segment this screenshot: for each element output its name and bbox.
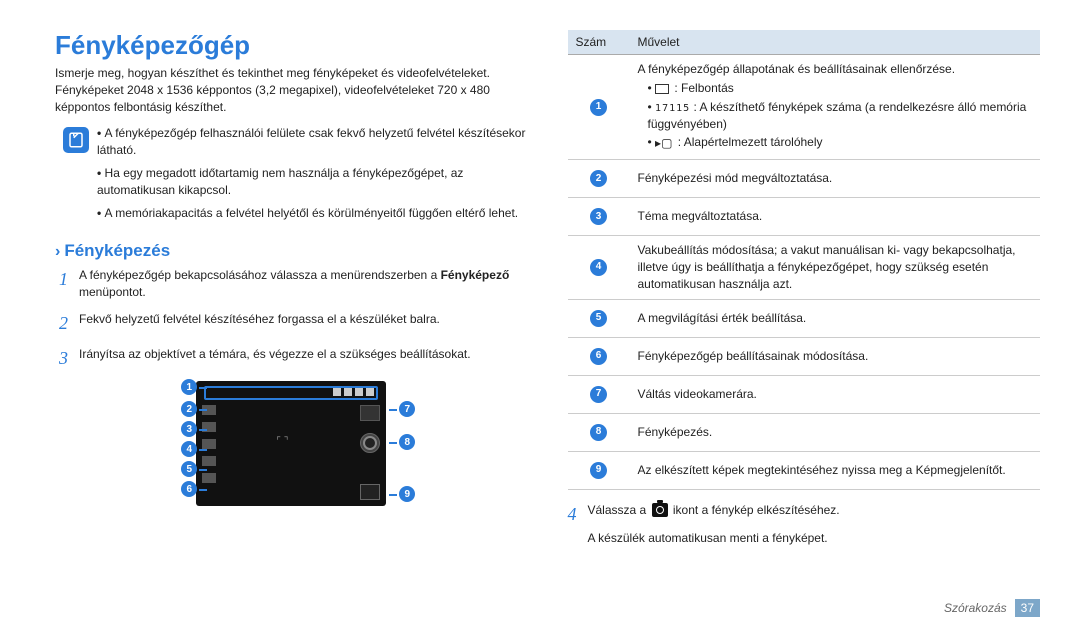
- row-badge-3: 3: [590, 208, 607, 225]
- th-operation: Művelet: [630, 30, 1041, 55]
- note-item: A fényképezőgép felhasználói felülete cs…: [97, 125, 528, 159]
- op-1-storage: ▸▢ : Alapértelmezett tárolóhely: [648, 134, 1033, 151]
- op-6: Fényképezőgép beállításainak módosítása.: [630, 337, 1041, 375]
- row-badge-2: 2: [590, 170, 607, 187]
- row-badge-1: 1: [590, 99, 607, 116]
- step-2: Fekvő helyzetű felvétel készítéséhez for…: [59, 311, 528, 336]
- op-4: Vakubeállítás módosítása; a vakut manuál…: [630, 236, 1041, 299]
- video-switch-icon: [360, 405, 380, 421]
- left-mode-icons: [202, 405, 216, 483]
- op-5: A megvilágítási érték beállítása.: [630, 299, 1041, 337]
- op-1-resolution: : Felbontás: [648, 80, 1033, 97]
- callout-6: 6: [181, 481, 197, 497]
- callout-1: 1: [181, 379, 197, 395]
- callout-7: 7: [399, 401, 415, 417]
- callout-9: 9: [399, 486, 415, 502]
- op-1-main: A fényképezőgép állapotának és beállítás…: [638, 61, 1033, 78]
- step-3: Irányítsa az objektívet a témára, és vég…: [59, 346, 528, 371]
- th-number: Szám: [568, 30, 630, 55]
- storage-icon: ▸▢: [655, 139, 672, 148]
- status-icons: [333, 388, 374, 396]
- page-number: 37: [1015, 599, 1040, 617]
- note-item: A memóriakapacitás a felvétel helyétől é…: [97, 205, 528, 222]
- photo-count: 17115: [655, 103, 690, 114]
- op-1-count: 17115 : A készíthető fényképek száma (a …: [648, 99, 1033, 133]
- camera-diagram: ⌜ ⌝ 1 2 3 4 5 6 7 8 9: [151, 381, 431, 506]
- note-icon: [63, 127, 89, 153]
- row-badge-7: 7: [590, 386, 607, 403]
- step-1: A fényképezőgép bekapcsolásához válassza…: [59, 267, 528, 301]
- intro-text: Ismerje meg, hogyan készíthet és tekinth…: [55, 65, 528, 115]
- focus-bracket-icon: ⌜ ⌝: [276, 436, 306, 454]
- note-box: A fényképezőgép felhasználói felülete cs…: [55, 125, 528, 227]
- row-badge-5: 5: [590, 310, 607, 327]
- op-7: Váltás videokamerára.: [630, 375, 1041, 413]
- footer-section: Szórakozás: [944, 601, 1007, 615]
- thumbnail-icon: [360, 484, 380, 500]
- op-3: Téma megváltoztatása.: [630, 198, 1041, 236]
- resolution-icon: [655, 84, 669, 94]
- row-badge-8: 8: [590, 424, 607, 441]
- footer: Szórakozás 37: [944, 599, 1040, 617]
- row-badge-6: 6: [590, 348, 607, 365]
- callout-5: 5: [181, 461, 197, 477]
- camera-screen: ⌜ ⌝: [196, 381, 386, 506]
- section-heading: ›Fényképezés: [55, 241, 528, 261]
- callout-4: 4: [181, 441, 197, 457]
- callout-3: 3: [181, 421, 197, 437]
- shutter-button-icon: [360, 433, 380, 453]
- op-2: Fényképezési mód megváltoztatása.: [630, 160, 1041, 198]
- step-4: 4 Válassza a ikont a fénykép elkészítésé…: [568, 502, 1041, 527]
- callout-2: 2: [181, 401, 197, 417]
- callout-8: 8: [399, 434, 415, 450]
- note-item: Ha egy megadott időtartamig nem használj…: [97, 165, 528, 199]
- chevron-icon: ›: [55, 243, 60, 260]
- row-badge-9: 9: [590, 462, 607, 479]
- op-8: Fényképezés.: [630, 413, 1041, 451]
- step-4-note: A készülék automatikusan menti a fénykép…: [588, 531, 1041, 545]
- page-title: Fényképezőgép: [55, 30, 528, 61]
- operations-table: Szám Művelet 1 A fényképezőgép állapotán…: [568, 30, 1041, 490]
- row-badge-4: 4: [590, 259, 607, 276]
- op-9: Az elkészített képek megtekintéséhez nyi…: [630, 451, 1041, 489]
- camera-icon: [652, 503, 668, 517]
